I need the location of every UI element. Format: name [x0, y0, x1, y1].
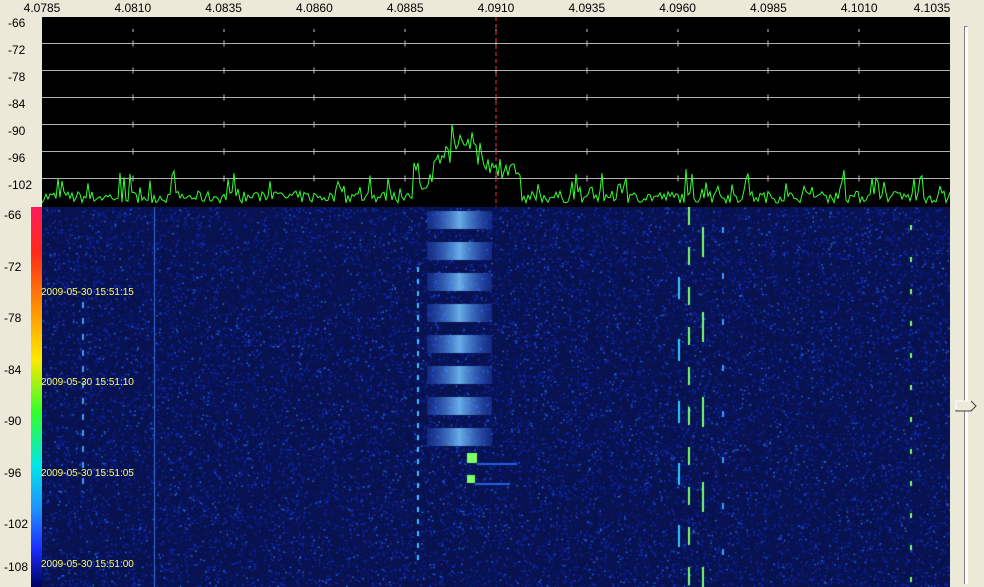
spectrum-db-label: -90 [8, 124, 26, 138]
frequency-tick-label: 4.0860 [296, 1, 333, 15]
spectrum-db-label: -72 [8, 43, 26, 57]
waterfall-timestamp: 2009-05-30 15:51:00 [41, 559, 134, 570]
waterfall-db-label: -84 [4, 362, 22, 377]
spectrum-db-label: -78 [8, 70, 26, 84]
spectrum-db-label: -96 [8, 151, 26, 165]
waterfall-color-scale [31, 207, 42, 587]
frequency-tick-label: 4.0935 [568, 1, 606, 15]
level-slider-track[interactable] [964, 26, 968, 584]
frequency-tick-label: 4.0985 [750, 1, 787, 15]
waterfall-db-label: -78 [4, 311, 22, 325]
waterfall-db-label: -66 [4, 208, 22, 222]
frequency-tick-label: 4.0835 [205, 1, 242, 15]
frequency-tick-label: 4.0885 [386, 1, 424, 15]
frequency-tick-label: 4.0960 [659, 1, 696, 15]
frequency-tick-label: 4.0810 [114, 1, 152, 15]
waterfall-db-label: -108 [4, 560, 29, 574]
waterfall-timestamp: 2009-05-30 15:51:10 [41, 377, 134, 388]
spectrum-db-label: -84 [8, 97, 26, 111]
waterfall-db-label: -102 [4, 517, 29, 531]
waterfall-timestamp: 2009-05-30 15:51:05 [41, 468, 134, 479]
waterfall-db-label: -96 [4, 465, 22, 480]
slider-thumb-icon[interactable] [955, 400, 977, 412]
spectrum-db-label: -102 [8, 178, 33, 192]
waterfall-db-label: -90 [4, 414, 22, 428]
waterfall-timestamp: 2009-05-30 15:51:15 [41, 287, 134, 298]
waterfall-display[interactable] [42, 207, 950, 587]
frequency-tick-label: 4.0785 [23, 1, 61, 15]
waterfall-db-label: -72 [4, 259, 22, 274]
frequency-axis: 4.0785 4.0810 4.0835 4.0860 4.0885 4.0910 4.09… [0, 0, 956, 18]
spectrum-display[interactable] [42, 17, 950, 207]
frequency-tick-label: 4.1035 [913, 1, 951, 15]
spectrum-db-label: -66 [8, 16, 26, 30]
frequency-tick-label: 4.0910 [477, 1, 515, 15]
frequency-tick-label: 4.1010 [840, 1, 878, 15]
